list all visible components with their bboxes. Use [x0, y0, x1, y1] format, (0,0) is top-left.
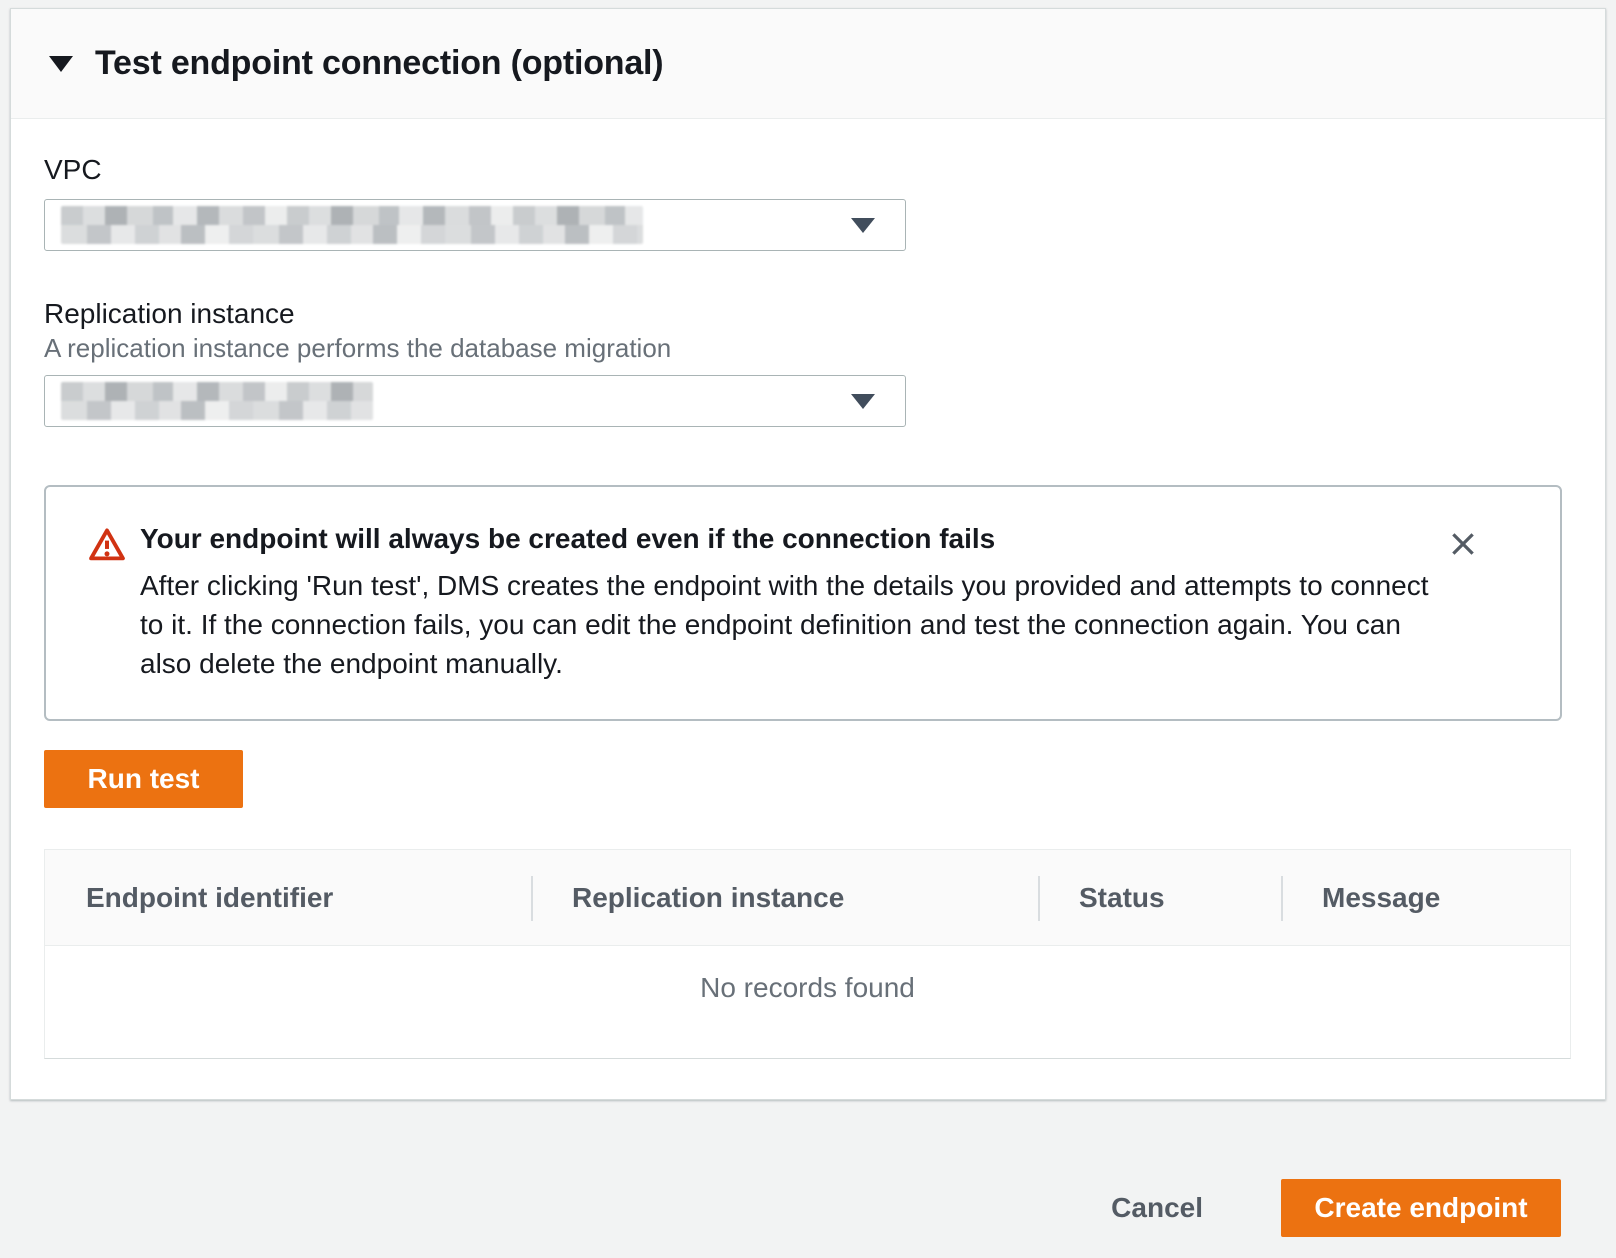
close-icon[interactable]	[1442, 523, 1484, 568]
redaction-pixels	[61, 225, 643, 244]
vpc-label: VPC	[44, 153, 1605, 187]
panel-body: VPC Replication instance A replication i…	[11, 119, 1605, 1059]
cancel-button[interactable]: Cancel	[1111, 1192, 1203, 1224]
caret-down-icon	[851, 394, 875, 409]
panel-title: Test endpoint connection (optional)	[95, 44, 663, 83]
warning-triangle-icon	[88, 527, 126, 566]
panel-header[interactable]: Test endpoint connection (optional)	[11, 9, 1605, 119]
replication-redacted-value	[61, 382, 373, 420]
replication-instance-description: A replication instance performs the data…	[44, 333, 1605, 363]
column-header-message: Message	[1281, 850, 1570, 945]
column-header-status: Status	[1038, 850, 1281, 945]
caret-down-icon	[851, 218, 875, 233]
collapse-triangle-icon	[49, 56, 73, 72]
table-header-row: Endpoint identifier Replication instance…	[45, 850, 1570, 946]
vpc-redacted-value	[61, 206, 643, 244]
warning-title: Your endpoint will always be created eve…	[140, 519, 1442, 559]
vpc-select[interactable]	[44, 199, 906, 251]
replication-instance-label: Replication instance	[44, 297, 1605, 331]
test-results-table: Endpoint identifier Replication instance…	[44, 849, 1571, 1059]
column-header-endpoint-identifier: Endpoint identifier	[45, 850, 531, 945]
replication-instance-select[interactable]	[44, 375, 906, 427]
create-endpoint-button[interactable]: Create endpoint	[1281, 1179, 1561, 1237]
redaction-pixels	[61, 382, 373, 401]
warning-banner: Your endpoint will always be created eve…	[44, 485, 1562, 721]
column-header-replication-instance: Replication instance	[531, 850, 1038, 945]
redaction-pixels	[61, 401, 373, 420]
footer-actions: Cancel Create endpoint	[1111, 1179, 1561, 1237]
redaction-pixels	[61, 206, 643, 225]
warning-body: After clicking 'Run test', DMS creates t…	[140, 566, 1442, 683]
test-endpoint-connection-panel: Test endpoint connection (optional) VPC …	[10, 8, 1606, 1100]
run-test-button[interactable]: Run test	[44, 750, 243, 808]
page: { "panel": { "title": "Test endpoint con…	[0, 0, 1616, 1258]
table-empty-state: No records found	[45, 946, 1570, 1058]
warning-text: Your endpoint will always be created eve…	[140, 519, 1442, 683]
